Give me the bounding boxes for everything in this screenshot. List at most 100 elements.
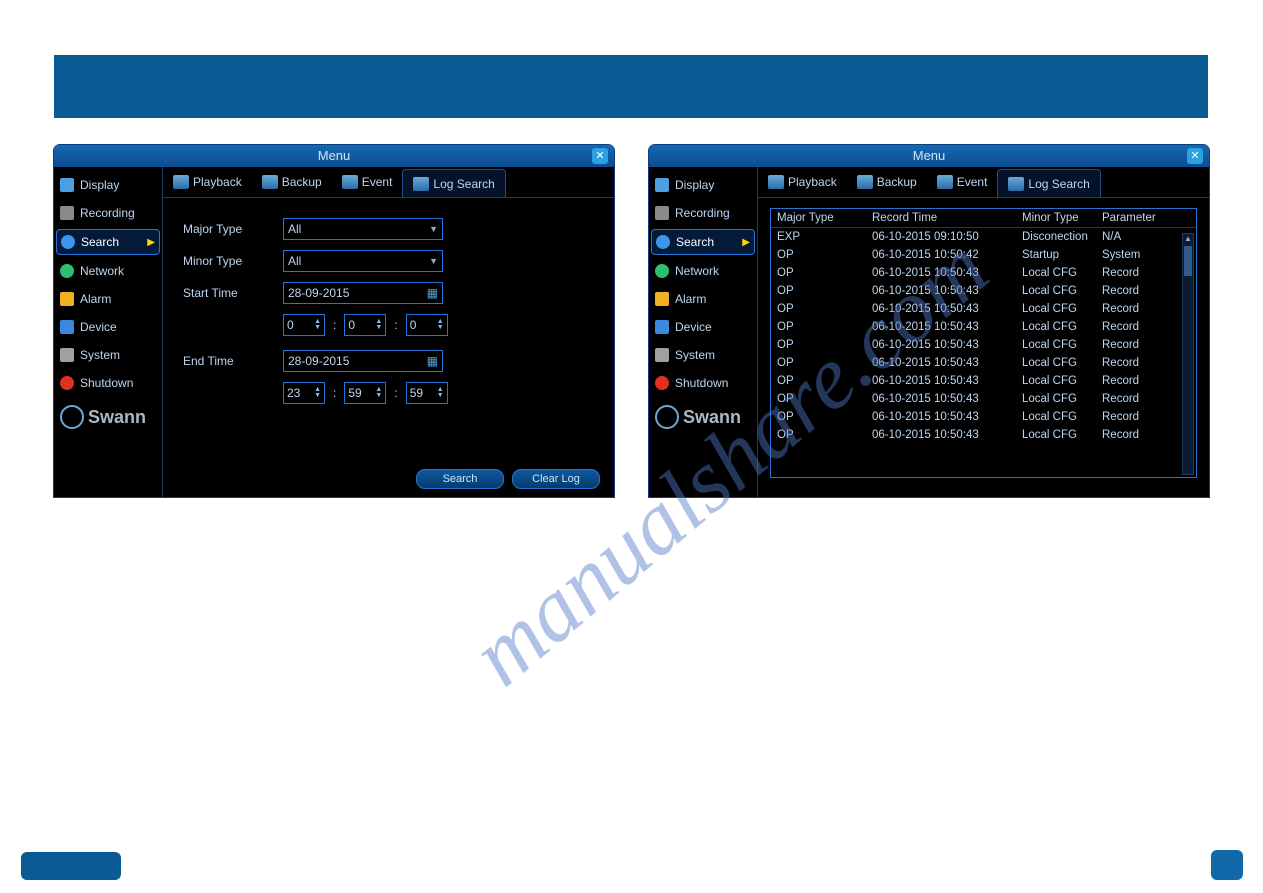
major-type-select[interactable]: All ▼ — [283, 218, 443, 240]
table-row[interactable]: OP06-10-2015 10:50:43Local CFGRecord — [771, 354, 1196, 372]
col-major-type[interactable]: Major Type — [777, 212, 872, 224]
end-date-input[interactable]: 28-09-2015 ▦ — [283, 350, 443, 372]
sidebar-item-label: Shutdown — [80, 376, 133, 390]
sidebar: Display Recording Search ▶ Network AlarmDevic… — [54, 167, 163, 497]
start-date-value: 28-09-2015 — [288, 286, 349, 300]
sidebar-item-recording[interactable]: Recording — [649, 199, 757, 227]
table-row[interactable]: OP06-10-2015 10:50:43Local CFGRecord — [771, 282, 1196, 300]
sidebar-item-alarm[interactable]: Alarm — [649, 285, 757, 313]
cell-c4: Record — [1102, 429, 1190, 441]
scroll-up-icon[interactable]: ▲ — [1183, 234, 1193, 244]
scroll-thumb[interactable] — [1184, 246, 1192, 276]
tab-event[interactable]: Event — [927, 167, 998, 197]
tab-log-search[interactable]: Log Search — [402, 169, 505, 197]
sidebar-item-search[interactable]: Search▶ — [651, 229, 755, 255]
tabs-row: Playback Backup EventLog Search — [758, 167, 1209, 198]
end-sec-value: 59 — [410, 386, 423, 400]
tab-playback[interactable]: Playback — [758, 167, 847, 197]
spinner-arrows-icon: ▲▼ — [437, 387, 444, 399]
window-close-button[interactable]: ✕ — [1187, 148, 1203, 164]
spinner-arrows-icon: ▲▼ — [314, 387, 321, 399]
cell-c1: OP — [777, 285, 872, 297]
table-row[interactable]: OP06-10-2015 10:50:43Local CFGRecord — [771, 408, 1196, 426]
sidebar-item-recording[interactable]: Recording — [54, 199, 162, 227]
sidebar-item-display[interactable]: Display — [54, 171, 162, 199]
sidebar-item-label: Shutdown — [675, 376, 728, 390]
table-row[interactable]: OP06-10-2015 10:50:43Local CFGRecord — [771, 390, 1196, 408]
window-close-button[interactable]: ✕ — [592, 148, 608, 164]
sidebar-item-search[interactable]: Search ▶ — [56, 229, 160, 255]
table-row[interactable]: OP06-10-2015 10:50:43Local CFGRecord — [771, 318, 1196, 336]
start-hour-spinner[interactable]: 0▲▼ — [283, 314, 325, 336]
table-row[interactable]: OP06-10-2015 10:50:43Local CFGRecord — [771, 372, 1196, 390]
start-sec-value: 0 — [410, 318, 417, 332]
table-row[interactable]: OP06-10-2015 10:50:43Local CFGRecord — [771, 426, 1196, 444]
sidebar-item-label: Network — [80, 264, 124, 278]
tab-event[interactable]: Event — [332, 167, 403, 197]
col-minor-type[interactable]: Minor Type — [1022, 212, 1102, 224]
page-footer-square — [1211, 850, 1243, 880]
end-sec-spinner[interactable]: 59 ▲▼ — [406, 382, 448, 404]
arrow-right-icon: ▶ — [147, 237, 155, 248]
tab-label: Playback — [193, 175, 242, 189]
network-icon — [60, 264, 74, 278]
sidebar-item-shutdown[interactable]: Shutdown — [649, 369, 757, 397]
cell-c4: Record — [1102, 393, 1190, 405]
tab-backup[interactable]: Backup — [252, 167, 332, 197]
table-row[interactable]: EXP06-10-2015 09:10:50DisconectionN/A — [771, 228, 1196, 246]
recording-icon — [60, 206, 74, 220]
tab-label: Playback — [788, 175, 837, 189]
end-min-value: 59 — [348, 386, 361, 400]
cell-c3: Local CFG — [1022, 393, 1102, 405]
search-button[interactable]: Search — [416, 469, 504, 489]
table-row[interactable]: OP06-10-2015 10:50:43Local CFGRecord — [771, 264, 1196, 282]
sidebar-item-label: Search — [81, 235, 119, 249]
table-row[interactable]: OP06-10-2015 10:50:42StartupSystem — [771, 246, 1196, 264]
dvr-menu-window-form: Menu ✕ DisplayRecordingSearch▶NetworkAla… — [54, 145, 614, 497]
cell-c2: 06-10-2015 10:50:43 — [872, 429, 1022, 441]
cell-c3: Local CFG — [1022, 267, 1102, 279]
start-min-spinner[interactable]: 0▲▼ — [344, 314, 386, 336]
cell-c1: OP — [777, 321, 872, 333]
sidebar-item-network[interactable]: Network — [649, 257, 757, 285]
sidebar-item-label: System — [80, 348, 120, 362]
display-icon — [60, 178, 74, 192]
sidebar-item-alarm[interactable]: Alarm — [54, 285, 162, 313]
window-title: Menu — [913, 148, 946, 163]
table-row[interactable]: OP06-10-2015 10:50:43Local CFGRecord — [771, 336, 1196, 354]
tab-label: Backup — [877, 175, 917, 189]
end-hour-spinner[interactable]: 23▲▼ — [283, 382, 325, 404]
sidebar-item-label: Display — [675, 178, 714, 192]
cell-c1: OP — [777, 249, 872, 261]
tab-log-search[interactable]: Log Search — [997, 169, 1100, 197]
col-record-time[interactable]: Record Time — [872, 212, 1022, 224]
sidebar-item-device[interactable]: Device — [54, 313, 162, 341]
start-date-input[interactable]: 28-09-2015 ▦ — [283, 282, 443, 304]
table-scrollbar[interactable]: ▲ — [1182, 233, 1194, 475]
start-min-value: 0 — [348, 318, 355, 332]
tab-thumbnail-icon — [342, 175, 358, 189]
cell-c4: Record — [1102, 267, 1190, 279]
page-banner — [54, 55, 1208, 118]
sidebar-item-network[interactable]: Network — [54, 257, 162, 285]
sidebar-item-device[interactable]: Device — [649, 313, 757, 341]
start-hour-value: 0 — [287, 318, 294, 332]
sidebar-item-system[interactable]: System — [649, 341, 757, 369]
cell-c3: Local CFG — [1022, 429, 1102, 441]
table-row[interactable]: OP06-10-2015 10:50:43Local CFGRecord — [771, 300, 1196, 318]
swann-logo-icon — [60, 405, 84, 429]
end-min-spinner[interactable]: 59▲▼ — [344, 382, 386, 404]
arrow-right-icon: ▶ — [742, 237, 750, 248]
tab-playback[interactable]: Playback — [163, 167, 252, 197]
tab-backup[interactable]: Backup — [847, 167, 927, 197]
sidebar-item-system[interactable]: System — [54, 341, 162, 369]
log-results-table: Major Type Record Time Minor Type Parame… — [770, 208, 1197, 478]
clear-log-button[interactable]: Clear Log — [512, 469, 600, 489]
minor-type-select[interactable]: All ▼ — [283, 250, 443, 272]
cell-c2: 06-10-2015 10:50:43 — [872, 393, 1022, 405]
sidebar-item-shutdown[interactable]: Shutdown — [54, 369, 162, 397]
start-sec-spinner[interactable]: 0▲▼ — [406, 314, 448, 336]
sidebar-item-label: Display — [80, 178, 119, 192]
sidebar-item-display[interactable]: Display — [649, 171, 757, 199]
col-parameter[interactable]: Parameter — [1102, 212, 1190, 224]
